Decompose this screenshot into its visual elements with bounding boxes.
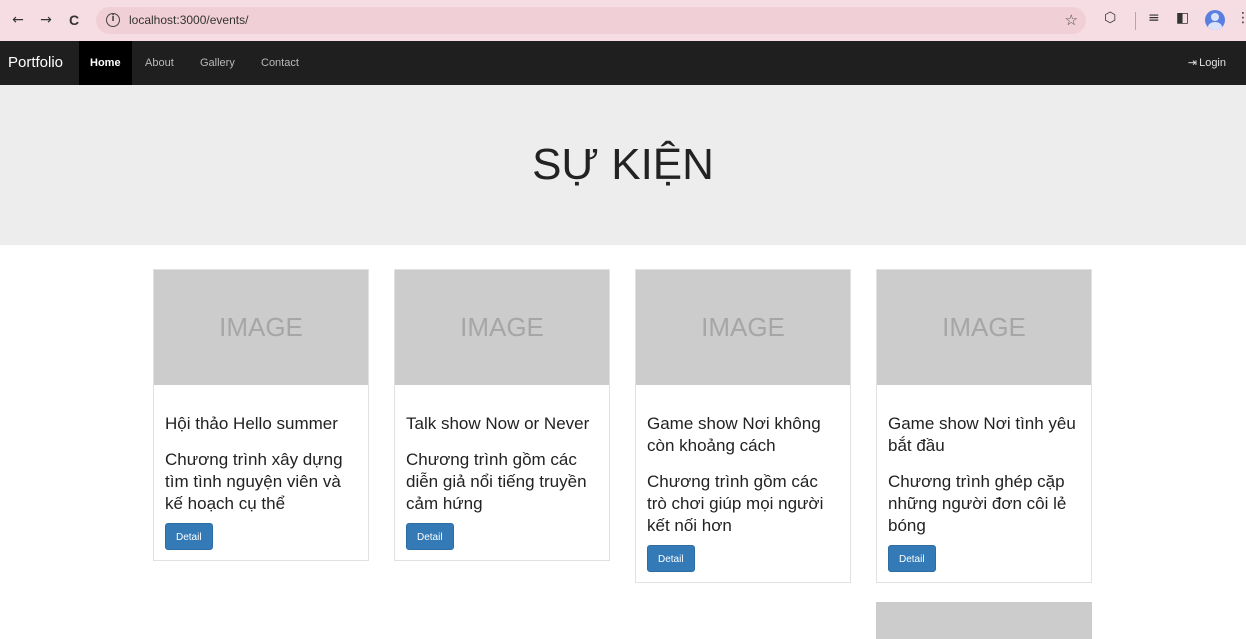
event-card: IMAGE Hội thảo Hello summer Chương trình…	[153, 269, 369, 561]
login-label: Login	[1199, 57, 1226, 69]
page-title: SỰ KIỆN	[532, 140, 714, 189]
event-description: Chương trình ghép cặp những người đơn cô…	[888, 472, 1067, 535]
event-card: IMAGE Game show Nơi tình yêu bắt đầu Chư…	[876, 269, 1092, 583]
event-image-placeholder: IMAGE	[636, 270, 850, 385]
nav-item-home[interactable]: Home	[79, 41, 132, 85]
event-title: Hội thảo Hello summer	[165, 414, 338, 433]
event-card: IMAGE Talk show Now or Never Chương trìn…	[394, 269, 610, 561]
browser-menu-icon[interactable]: ⋮	[1236, 10, 1246, 26]
event-description: Chương trình gồm các trò chơi giúp mọi n…	[647, 472, 824, 535]
address-bar[interactable]: i localhost:3000/events/ ☆	[96, 7, 1086, 34]
login-link[interactable]: ⇥ Login	[1188, 41, 1226, 85]
nav-item-about[interactable]: About	[145, 41, 174, 85]
event-title: Talk show Now or Never	[406, 414, 590, 433]
login-icon: ⇥	[1187, 56, 1198, 69]
event-card-body: Hội thảo Hello summer Chương trình xây d…	[154, 385, 368, 560]
profile-avatar-icon[interactable]	[1205, 10, 1225, 30]
back-arrow-icon[interactable]: ←	[8, 9, 28, 31]
media-control-icon[interactable]: ≡	[1148, 10, 1160, 26]
site-info-icon[interactable]: i	[106, 13, 120, 27]
event-description: Chương trình xây dựng tìm tình nguyện vi…	[165, 450, 343, 513]
nav-item-gallery[interactable]: Gallery	[200, 41, 235, 85]
toolbar-divider	[1135, 12, 1136, 30]
event-description: Chương trình gồm các diễn giả nổi tiếng …	[406, 450, 587, 513]
event-image-placeholder	[876, 602, 1092, 639]
nav-item-contact[interactable]: Contact	[261, 41, 299, 85]
event-card-body: Game show Nơi tình yêu bắt đầu Chương tr…	[877, 385, 1091, 582]
event-card: IMAGE Game show Nơi không còn khoảng các…	[635, 269, 851, 583]
extensions-icon[interactable]: ⬡	[1104, 10, 1116, 26]
reload-icon[interactable]: C	[64, 9, 84, 31]
event-card-body: Game show Nơi không còn khoảng cách Chươ…	[636, 385, 850, 582]
event-title: Game show Nơi không còn khoảng cách	[647, 414, 821, 455]
bookmark-star-icon[interactable]: ☆	[1065, 11, 1078, 29]
forward-arrow-icon[interactable]: →	[36, 9, 56, 31]
brand-link[interactable]: Portfolio	[8, 54, 63, 71]
event-title: Game show Nơi tình yêu bắt đầu	[888, 414, 1076, 455]
site-navbar: Portfolio Home About Gallery Contact ⇥ Lo…	[0, 41, 1246, 85]
browser-toolbar: ← → C i localhost:3000/events/ ☆ ⬡ ≡ ◧ ⋮	[0, 0, 1246, 41]
detail-button[interactable]: Detail	[888, 545, 936, 572]
event-image-placeholder: IMAGE	[877, 270, 1091, 385]
event-image-placeholder: IMAGE	[395, 270, 609, 385]
hero-banner: SỰ KIỆN	[0, 85, 1246, 245]
url-text[interactable]: localhost:3000/events/	[129, 13, 248, 27]
detail-button[interactable]: Detail	[406, 523, 454, 550]
event-card-body: Talk show Now or Never Chương trình gồm …	[395, 385, 609, 560]
event-image-placeholder: IMAGE	[154, 270, 368, 385]
detail-button[interactable]: Detail	[647, 545, 695, 572]
detail-button[interactable]: Detail	[165, 523, 213, 550]
side-panel-icon[interactable]: ◧	[1176, 10, 1189, 26]
